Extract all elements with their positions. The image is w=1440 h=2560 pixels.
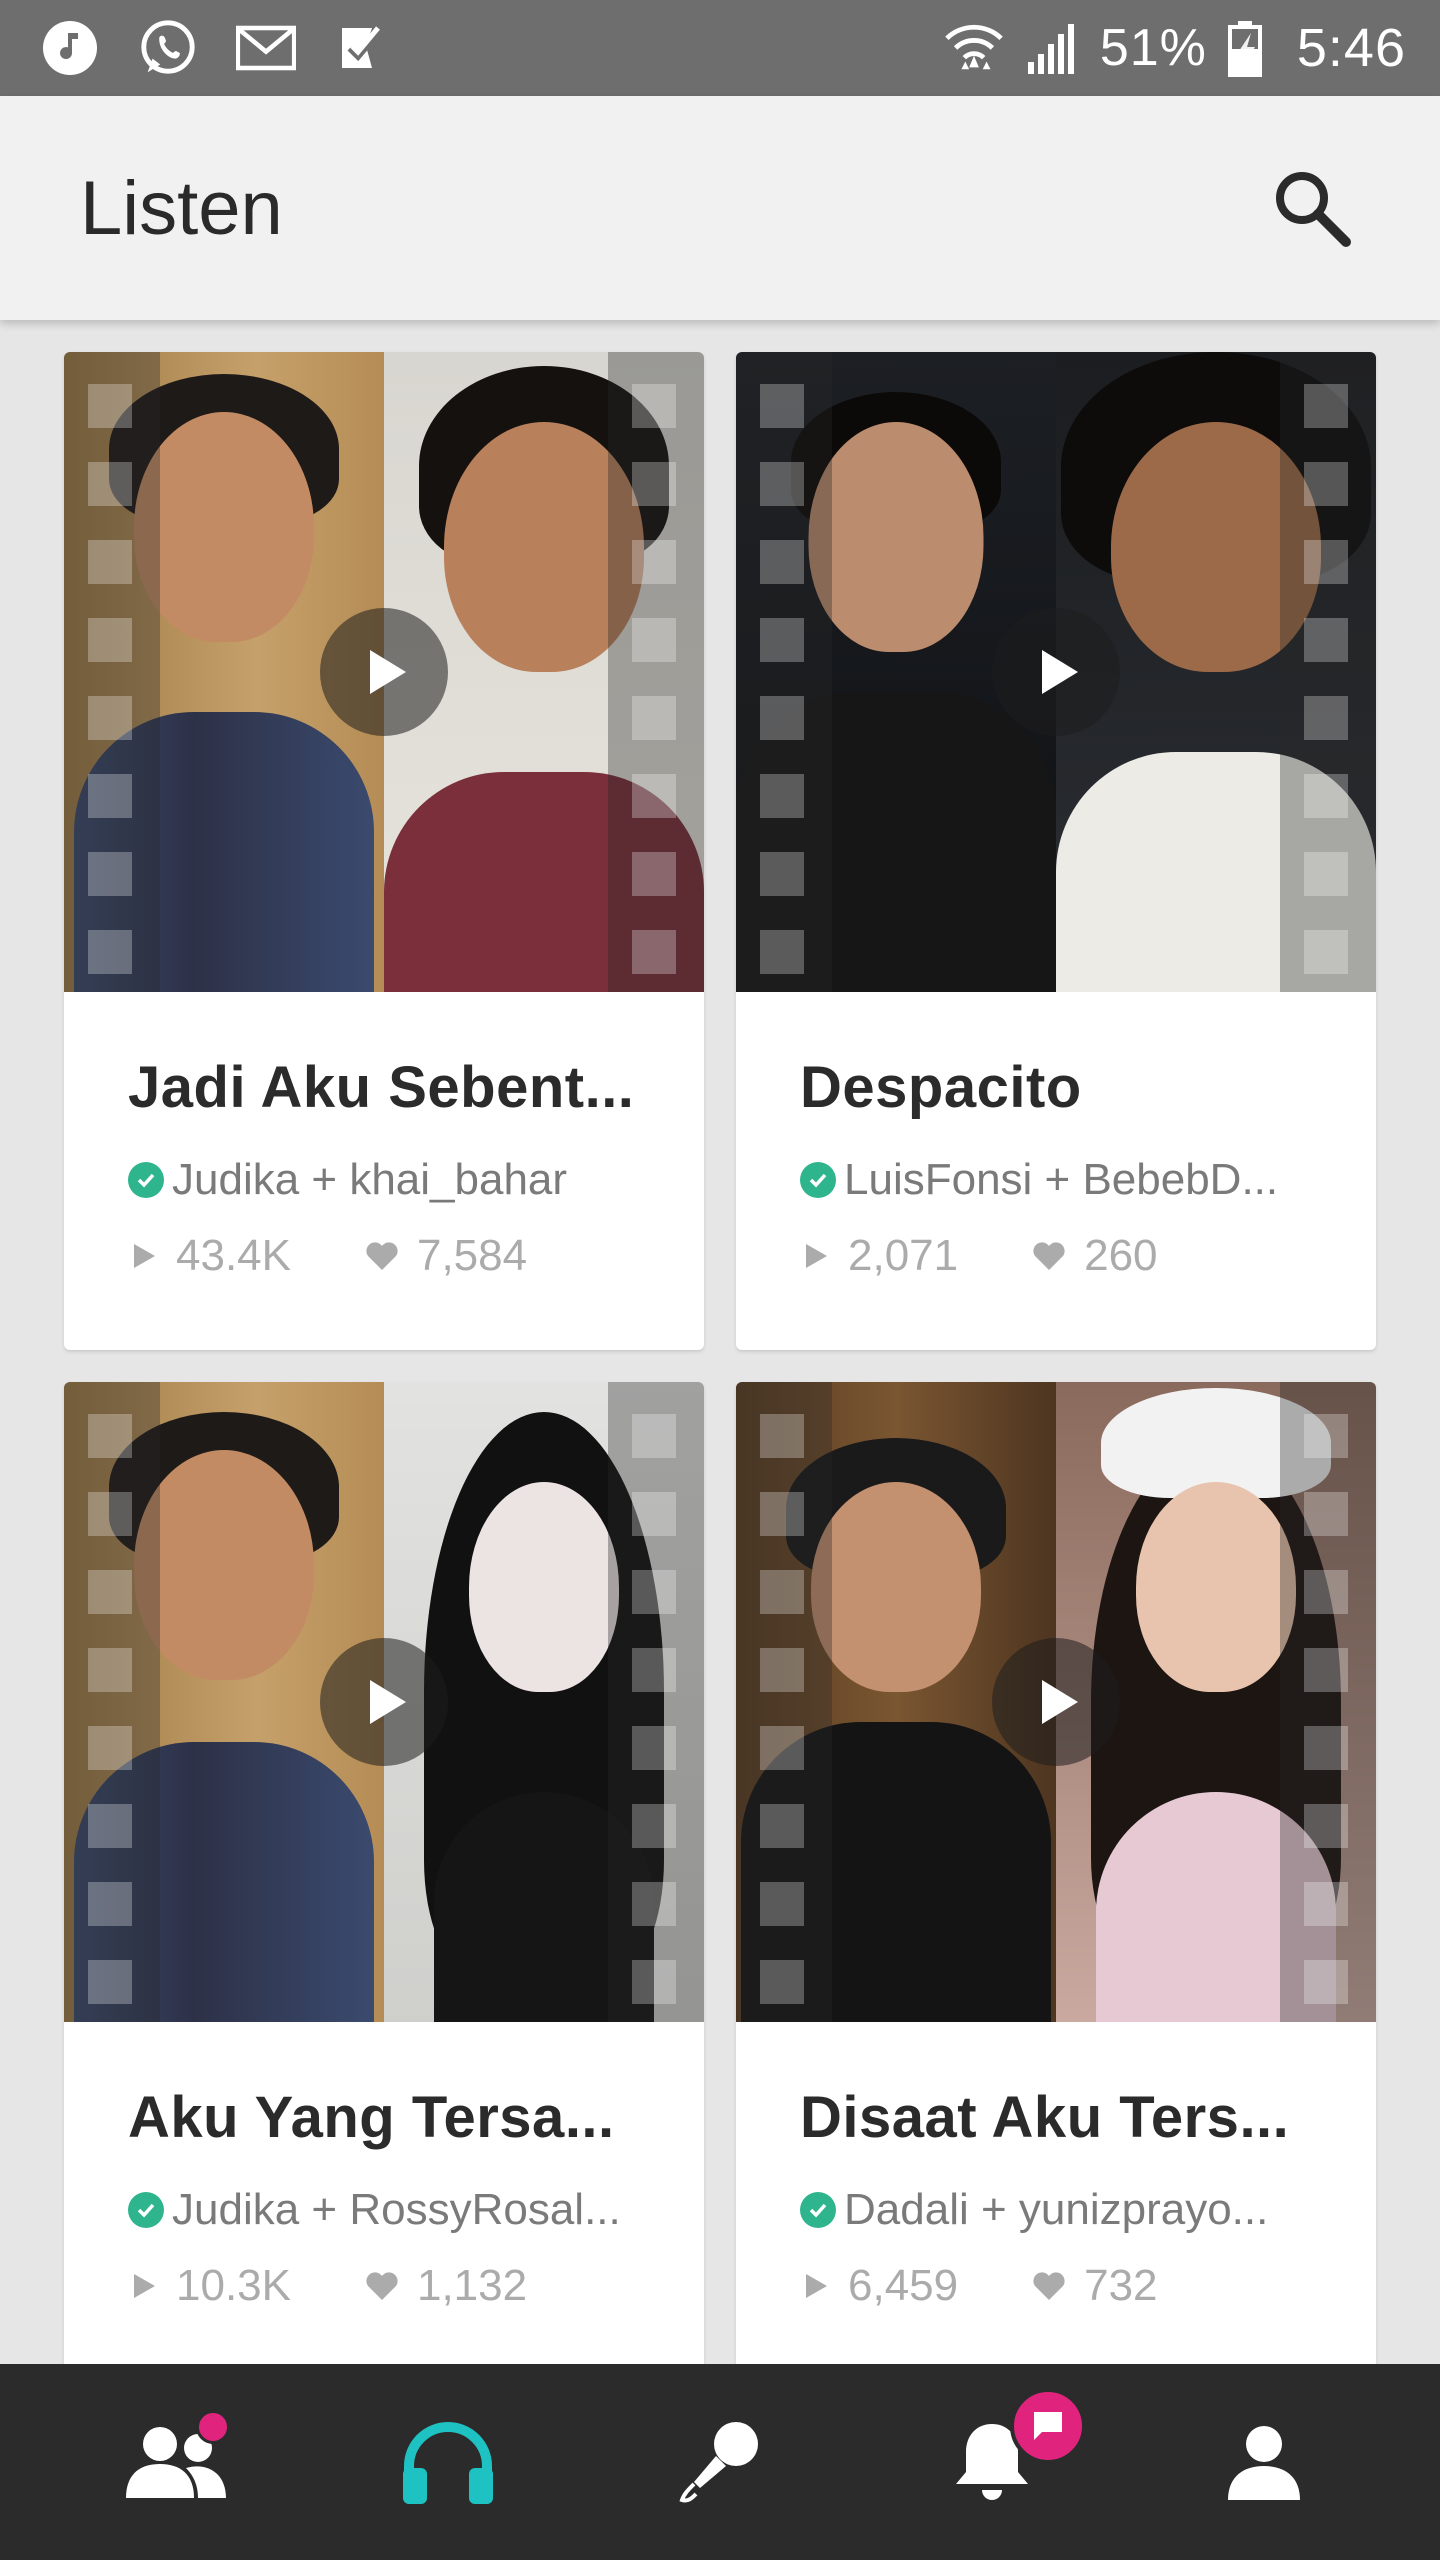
play-count-icon bbox=[806, 2274, 827, 2298]
like-count-value: 1,132 bbox=[416, 2261, 528, 2310]
bottom-navigation bbox=[0, 2364, 1440, 2560]
like-count-value: 732 bbox=[1084, 2261, 1158, 2310]
search-icon bbox=[1276, 172, 1351, 247]
like-count-value: 260 bbox=[1084, 1231, 1158, 1280]
play-count-value: 43.4K bbox=[176, 1231, 291, 1280]
whatsapp-icon bbox=[138, 18, 198, 78]
play-count-value: 10.3K bbox=[176, 2261, 291, 2310]
tasks-icon bbox=[334, 18, 394, 78]
nav-listen[interactable] bbox=[388, 2402, 508, 2522]
recording-stats: 10.3K 1,132 bbox=[128, 2261, 704, 2311]
play-count: 2,071 bbox=[800, 1231, 958, 1281]
nav-social[interactable] bbox=[116, 2402, 236, 2522]
play-button[interactable] bbox=[992, 608, 1120, 736]
artist-names[interactable]: Dadali + yunizprayo... bbox=[844, 2185, 1268, 2235]
recording-info: Aku Yang Tersa... Judika + RossyRosal...… bbox=[64, 2022, 704, 2311]
screen: 51% 5:46 Listen Jadi Aku Sebent... Judik… bbox=[0, 0, 1440, 2560]
play-icon bbox=[370, 1680, 406, 1724]
verified-icon bbox=[128, 1162, 164, 1198]
play-count: 6,459 bbox=[800, 2261, 958, 2311]
recording-card[interactable]: Despacito LuisFonsi + BebebD... 2,071 26… bbox=[736, 352, 1376, 1350]
nav-sing[interactable] bbox=[660, 2402, 780, 2522]
artists-line: Judika + RossyRosal... bbox=[128, 2185, 704, 2235]
artists-line: Judika + khai_bahar bbox=[128, 1155, 704, 1205]
heart-icon bbox=[1033, 1242, 1065, 1270]
verified-icon bbox=[128, 2192, 164, 2228]
page-title: Listen bbox=[80, 165, 283, 251]
duet-thumbnail[interactable] bbox=[736, 1382, 1376, 2022]
search-button[interactable] bbox=[1264, 160, 1360, 256]
recording-card[interactable]: Aku Yang Tersa... Judika + RossyRosal...… bbox=[64, 1382, 704, 2380]
recording-info: Disaat Aku Ters... Dadali + yunizprayo..… bbox=[736, 2022, 1376, 2311]
nav-profile[interactable] bbox=[1204, 2402, 1324, 2522]
chat-bubble-icon bbox=[1034, 2412, 1062, 2440]
signal-icon bbox=[1022, 18, 1082, 78]
recording-card[interactable]: Disaat Aku Ters... Dadali + yunizprayo..… bbox=[736, 1382, 1376, 2380]
verified-icon bbox=[800, 1162, 836, 1198]
play-count-value: 2,071 bbox=[848, 1231, 959, 1280]
artist-names[interactable]: Judika + RossyRosal... bbox=[172, 2185, 621, 2235]
recording-info: Despacito LuisFonsi + BebebD... 2,071 26… bbox=[736, 992, 1376, 1281]
like-count: 260 bbox=[1032, 1231, 1158, 1281]
song-title[interactable]: Disaat Aku Ters... bbox=[800, 2084, 1376, 2151]
like-count: 1,132 bbox=[365, 2261, 527, 2311]
notification-icons bbox=[40, 18, 394, 78]
battery-icon bbox=[1225, 18, 1265, 78]
recording-info: Jadi Aku Sebent... Judika + khai_bahar 4… bbox=[64, 992, 704, 1281]
artists-line: Dadali + yunizprayo... bbox=[800, 2185, 1376, 2235]
battery-percent: 51% bbox=[1099, 19, 1207, 77]
play-button[interactable] bbox=[320, 608, 448, 736]
heart-icon bbox=[366, 2272, 398, 2300]
artist-names[interactable]: LuisFonsi + BebebD... bbox=[844, 1155, 1278, 1205]
play-count-value: 6,459 bbox=[848, 2261, 959, 2310]
gmail-icon bbox=[236, 18, 296, 78]
heart-icon bbox=[366, 1242, 398, 1270]
duet-thumbnail[interactable] bbox=[64, 1382, 704, 2022]
duet-thumbnail[interactable] bbox=[736, 352, 1376, 992]
recording-card[interactable]: Jadi Aku Sebent... Judika + khai_bahar 4… bbox=[64, 352, 704, 1350]
microphone-icon bbox=[679, 2422, 758, 2503]
recording-stats: 2,071 260 bbox=[800, 1231, 1376, 1281]
wifi-icon bbox=[944, 18, 1004, 78]
app-bar: Listen bbox=[0, 96, 1440, 320]
play-button[interactable] bbox=[320, 1638, 448, 1766]
profile-icon bbox=[1228, 2426, 1300, 2500]
song-title[interactable]: Despacito bbox=[800, 1054, 1376, 1121]
system-status: 51% 5:46 bbox=[944, 17, 1406, 79]
like-count: 732 bbox=[1032, 2261, 1158, 2311]
play-count: 43.4K bbox=[128, 1231, 291, 1281]
nav-notifications[interactable] bbox=[932, 2388, 1086, 2522]
play-button[interactable] bbox=[992, 1638, 1120, 1766]
artists-line: LuisFonsi + BebebD... bbox=[800, 1155, 1376, 1205]
play-icon bbox=[1042, 1680, 1078, 1724]
song-title[interactable]: Jadi Aku Sebent... bbox=[128, 1054, 704, 1121]
play-icon bbox=[370, 650, 406, 694]
status-bar: 51% 5:46 bbox=[0, 0, 1440, 96]
music-note-icon bbox=[40, 18, 100, 78]
recording-stats: 6,459 732 bbox=[800, 2261, 1376, 2311]
play-count-icon bbox=[134, 2274, 155, 2298]
recordings-grid: Jadi Aku Sebent... Judika + khai_bahar 4… bbox=[64, 352, 1376, 2380]
verified-icon bbox=[800, 2192, 836, 2228]
like-count: 7,584 bbox=[365, 1231, 527, 1281]
notification-dot bbox=[196, 2410, 230, 2444]
duet-thumbnail[interactable] bbox=[64, 352, 704, 992]
play-count-icon bbox=[806, 1244, 827, 1268]
play-count: 10.3K bbox=[128, 2261, 291, 2311]
play-count-icon bbox=[134, 1244, 155, 1268]
headphones-icon bbox=[403, 2422, 493, 2504]
recording-stats: 43.4K 7,584 bbox=[128, 1231, 704, 1281]
song-title[interactable]: Aku Yang Tersa... bbox=[128, 2084, 704, 2151]
artist-names[interactable]: Judika + khai_bahar bbox=[172, 1155, 567, 1205]
clock: 5:46 bbox=[1296, 18, 1406, 78]
like-count-value: 7,584 bbox=[416, 1231, 528, 1280]
message-badge bbox=[1010, 2388, 1086, 2464]
play-icon bbox=[1042, 650, 1078, 694]
heart-icon bbox=[1033, 2272, 1065, 2300]
